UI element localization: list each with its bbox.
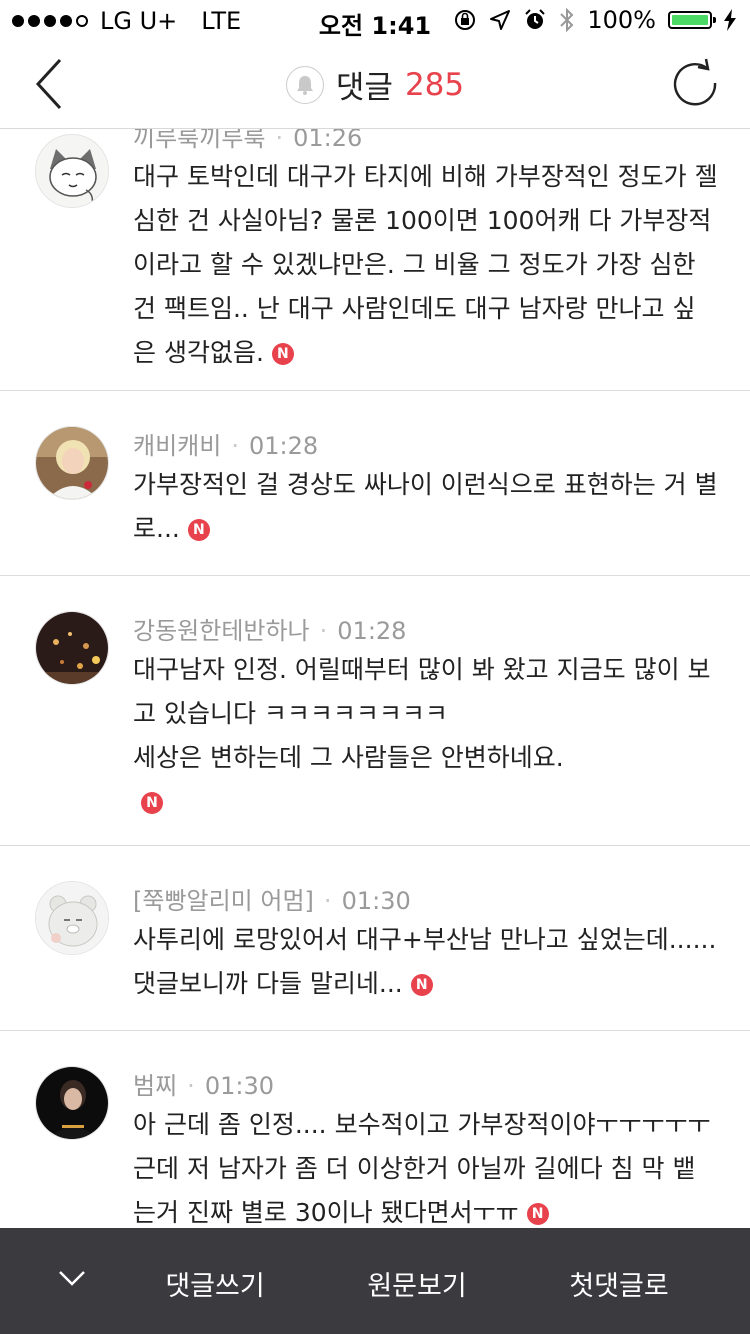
comment-text: 대구 토박인데 대구가 타지에 비해 가부장적인 정도가 젤 심한 건 사실아님… xyxy=(133,155,718,375)
new-badge: N xyxy=(410,974,433,996)
comment-body-line: 세상은 변하는데 그 사람들은 안변하네요. xyxy=(133,743,564,772)
avatar[interactable] xyxy=(35,881,109,955)
comment-body: 대구남자 인정. 어릴때부터 많이 봐 왔고 지금도 많이 보고 있습니다 ㅋㅋ… xyxy=(133,655,711,728)
comment-text: 사투리에 로망있어서 대구+부산남 만나고 싶었는데...... 댓글보니까 다… xyxy=(133,918,718,1006)
new-badge: N xyxy=(141,792,163,814)
new-badge: N xyxy=(187,519,210,541)
new-badge: N xyxy=(526,1203,549,1225)
comment-meta: 끼루룩끼루룩 · 01:26 xyxy=(133,128,362,153)
comment-body: 가부장적인 걸 경상도 싸나이 이런식으로 표현하는 거 별로... xyxy=(133,470,718,543)
comment-body: 대구 토박인데 대구가 타지에 비해 가부장적인 정도가 젤 심한 건 사실아님… xyxy=(133,162,718,367)
status-bar: LG U+ LTE 오전 1:41 100% xyxy=(0,0,750,40)
alarm-clock-icon xyxy=(525,9,546,29)
comment-body: 아 근데 좀 인정.... 보수적이고 가부장적이야ㅜㅜㅜㅜㅜ 근데 저 남자가… xyxy=(133,1110,711,1227)
title-label: 댓글 xyxy=(335,70,393,106)
avatar[interactable] xyxy=(35,134,109,208)
chevron-down-icon[interactable] xyxy=(58,1268,86,1288)
comment-time: 01:30 xyxy=(341,887,411,915)
comment-item: 강동원한테반하나 · 01:28 대구남자 인정. 어릴때부터 많이 봐 왔고 지금… xyxy=(0,576,750,846)
refresh-icon[interactable] xyxy=(670,58,720,108)
page-title: 댓글 285 xyxy=(0,62,750,107)
comment-item: 범찌 · 01:30 아 근데 좀 인정.... 보수적이고 가부장적이야ㅜㅜㅜㅜㅜ… xyxy=(0,1031,750,1228)
author-name[interactable]: 캐비캐비 xyxy=(133,432,221,460)
new-badge: N xyxy=(271,343,294,365)
comment-time: 01:28 xyxy=(248,432,319,460)
bell-icon[interactable] xyxy=(285,65,324,104)
author-name[interactable]: 끼루룩끼루룩 xyxy=(133,128,265,152)
battery-icon xyxy=(668,11,716,29)
navigation-bar: 댓글 285 xyxy=(0,40,750,129)
comment-item: 끼루룩끼루룩 · 01:26 대구 토박인데 대구가 타지에 비해 가부장적인 정도… xyxy=(0,128,750,391)
write-comment-button[interactable]: 댓글쓰기 xyxy=(165,1264,264,1303)
battery-percent: 100% xyxy=(587,6,656,34)
comment-time: 01:26 xyxy=(293,128,363,152)
comment-text: 가부장적인 걸 경상도 싸나이 이런식으로 표현하는 거 별로... N xyxy=(133,463,718,551)
charging-bolt-icon xyxy=(724,9,736,31)
avatar[interactable] xyxy=(35,611,109,685)
author-name[interactable]: 범찌 xyxy=(133,1072,177,1100)
avatar[interactable] xyxy=(35,426,109,500)
location-arrow-icon xyxy=(490,10,511,30)
comment-meta: 범찌 · 01:30 xyxy=(133,1072,274,1100)
comment-time: 01:28 xyxy=(337,617,407,645)
orientation-lock-icon xyxy=(455,10,476,30)
comment-text: 대구남자 인정. 어릴때부터 많이 봐 왔고 지금도 많이 보고 있습니다 ㅋㅋ… xyxy=(133,648,718,824)
status-right: 100% xyxy=(453,6,736,34)
comment-count: 285 xyxy=(404,66,465,103)
bluetooth-icon xyxy=(560,7,574,33)
comment-item: [쭉빵알리미 어멈] · 01:30 사투리에 로망있어서 대구+부산남 만나고 싶… xyxy=(0,846,750,1031)
comment-item: 캐비캐비 · 01:28 가부장적인 걸 경상도 싸나이 이런식으로 표현하는 거 … xyxy=(0,391,750,576)
comment-time: 01:30 xyxy=(204,1072,274,1100)
comment-list[interactable]: 끼루룩끼루룩 · 01:26 대구 토박인데 대구가 타지에 비해 가부장적인 정도… xyxy=(0,128,750,1228)
comment-text: 아 근데 좀 인정.... 보수적이고 가부장적이야ㅜㅜㅜㅜㅜ 근데 저 남자가… xyxy=(133,1103,718,1228)
comment-meta: 캐비캐비 · 01:28 xyxy=(133,432,319,460)
comment-meta: [쭉빵알리미 어멈] · 01:30 xyxy=(133,887,411,915)
bottom-toolbar: 댓글쓰기 원문보기 첫댓글로 xyxy=(0,1228,750,1334)
comment-meta: 강동원한테반하나 · 01:28 xyxy=(133,617,407,645)
first-comment-button[interactable]: 첫댓글로 xyxy=(569,1264,668,1303)
author-name[interactable]: [쭉빵알리미 어멈] xyxy=(133,887,314,915)
author-name[interactable]: 강동원한테반하나 xyxy=(133,617,310,645)
avatar[interactable] xyxy=(35,1066,109,1140)
view-original-button[interactable]: 원문보기 xyxy=(367,1264,466,1303)
